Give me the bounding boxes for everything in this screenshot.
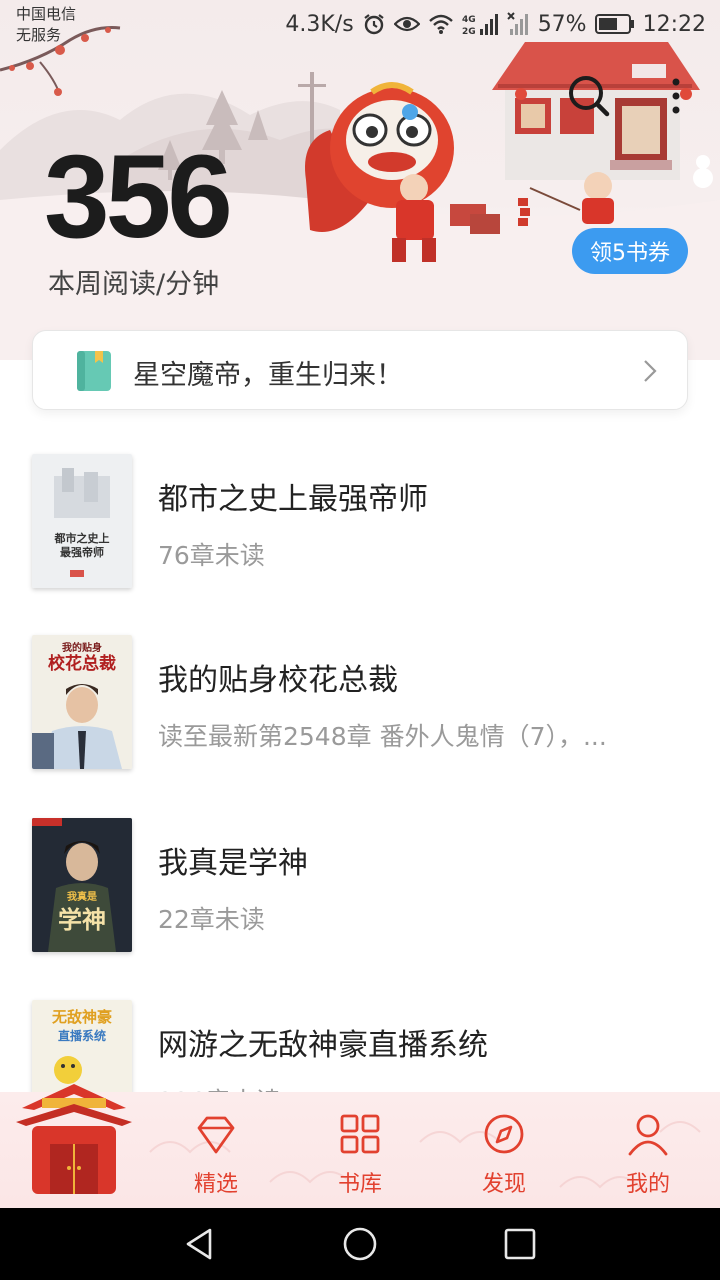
system-navigation-bar [0,1208,720,1280]
network-speed: 4.3K/s [285,11,354,37]
bottom-navigation: 精选 书库 发现 我的 [0,1084,720,1208]
nav-label: 发现 [481,1172,526,1197]
diamond-icon [197,1116,235,1154]
battery-icon [594,14,634,34]
book-title: 都市之史上最强帝师 [158,482,428,517]
carrier-info: 中国电信 无服务 [16,4,76,46]
eye-icon [393,16,420,32]
book-progress: 76章未读 [158,541,265,570]
svg-text:校花总裁: 校花总裁 [48,653,116,674]
home-circle-icon [343,1227,377,1261]
promo-text: 星空魔帝，重生归来！ [133,360,403,391]
palace-icon [16,1084,132,1194]
grid-icon [340,1114,380,1154]
nav-label: 我的 [625,1172,670,1197]
book-title: 我真是学神 [158,846,308,881]
svg-text:直播系统: 直播系统 [58,1028,106,1043]
svg-text:我的贴身: 我的贴身 [62,641,102,654]
book-title: 我的贴身校花总裁 [158,663,398,698]
no-signal-icon [506,12,528,35]
chevron-right-icon [644,360,657,382]
book-progress: 读至最新第2548章 番外人鬼情（7），... [158,722,607,751]
weekly-reading-minutes: 356 [44,131,233,263]
book-cover: 我真是 学神 [32,818,132,952]
nav-featured[interactable]: 精选 [161,1112,271,1204]
home-button[interactable] [342,1226,378,1262]
battery-percent: 57% [537,11,587,37]
recents-square-icon [504,1228,536,1260]
promo-card[interactable]: 星空魔帝，重生归来！ [32,330,688,410]
book-progress: 22章未读 [158,905,265,934]
clock: 12:22 [642,11,706,37]
carrier-name: 中国电信 [16,5,77,23]
more-options-button[interactable] [664,76,688,120]
cellular-signal-icon: 4G 2G [462,14,498,37]
svg-text:无敌神豪: 无敌神豪 [51,1008,112,1026]
nav-discover[interactable]: 发现 [449,1112,559,1204]
svg-text:学神: 学神 [58,905,106,934]
user-icon [628,1114,668,1156]
nav-library[interactable]: 书库 [305,1112,415,1204]
alarm-icon [364,14,384,35]
book-icon [77,351,111,391]
back-button[interactable] [182,1226,218,1262]
nav-label: 精选 [193,1172,238,1197]
service-status: 无服务 [16,26,62,44]
nav-label: 书库 [337,1172,382,1197]
claim-coupon-button[interactable]: 领5书券 [572,228,688,274]
book-cover: 都市之史上 最强帝师 [32,454,132,588]
back-triangle-icon [186,1228,212,1260]
svg-text:最强帝师: 最强帝师 [60,545,104,559]
recents-button[interactable] [502,1226,538,1262]
svg-text:都市之史上: 都市之史上 [54,531,110,545]
nav-profile[interactable]: 我的 [593,1112,703,1204]
search-icon [569,76,610,117]
search-button[interactable] [564,72,612,120]
svg-text:4G: 4G [462,15,476,25]
compass-icon [484,1114,524,1154]
status-indicators: 4.3K/s 4G 2G 57% 12:22 [285,8,706,40]
book-item[interactable]: 我真是 学神 我真是学神 22章未读 [0,818,720,954]
status-bar: 中国电信 无服务 4.3K/s 4G 2G 57% 12:22 [0,0,720,50]
weekly-reading-label: 本周阅读/分钟 [48,269,220,300]
book-title: 网游之无敌神豪直播系统 [158,1028,488,1063]
wifi-icon [428,14,453,34]
svg-text:我真是: 我真是 [67,890,97,903]
book-item[interactable]: 都市之史上 最强帝师 都市之史上最强帝师 76章未读 [0,454,720,590]
book-item[interactable]: 我的贴身 校花总裁 我的贴身校花总裁 读至最新第2548章 番外人鬼情（7），.… [0,635,720,771]
more-vertical-icon [672,78,680,114]
svg-text:2G: 2G [462,27,476,37]
header-banner: 中国电信 无服务 4.3K/s 4G 2G 57% 12:22 356 本周阅读… [0,0,720,360]
new-year-palace-button[interactable] [14,1078,134,1202]
book-cover: 我的贴身 校花总裁 [32,635,132,769]
